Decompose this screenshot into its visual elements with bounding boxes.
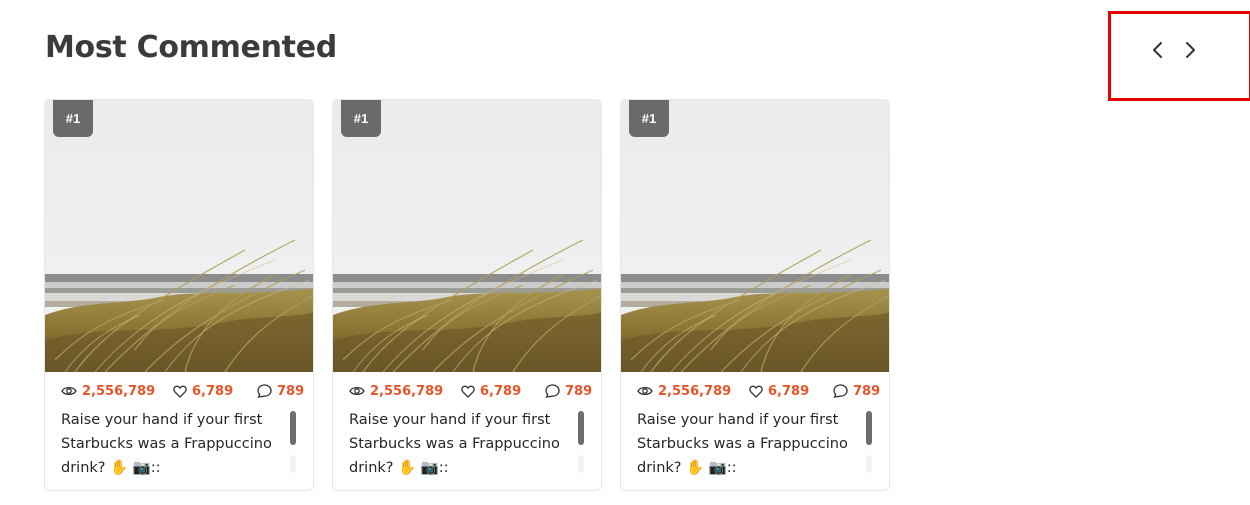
eye-icon [349,386,365,396]
likes-stat: 6,789 [749,381,809,401]
post-card[interactable]: #1 2,556,789 6,789 789 Raise your hand i… [44,99,314,491]
views-count: 2,556,789 [658,383,732,399]
likes-stat: 6,789 [173,381,233,401]
likes-count: 6,789 [192,383,234,399]
comment-bubble-icon [833,384,848,398]
rank-badge: #1 [341,100,381,137]
views-count: 2,556,789 [82,383,156,399]
likes-count: 6,789 [768,383,810,399]
comments-count: 789 [565,383,593,399]
eye-icon [61,386,77,396]
comments-stat: 789 [833,381,880,401]
comment-bubble-icon [257,384,272,398]
rank-badge: #1 [629,100,669,137]
prev-button[interactable] [1146,38,1170,62]
caption-scroll-track [578,455,584,473]
post-card[interactable]: #1 2,556,789 6,789 789 Raise your hand i… [332,99,602,491]
heart-icon [749,385,763,398]
section-title: Most Commented [45,30,337,65]
heart-icon [173,385,187,398]
comments-count: 789 [853,383,881,399]
caption-scrollbar[interactable] [578,411,584,445]
likes-count: 6,789 [480,383,522,399]
post-stats: 2,556,789 6,789 789 [621,381,889,401]
comment-bubble-icon [545,384,560,398]
comments-count: 789 [277,383,305,399]
post-caption: Raise your hand if your first Starbucks … [637,412,848,476]
post-stats: 2,556,789 6,789 789 [45,381,313,401]
post-card[interactable]: #1 2,556,789 6,789 789 Raise your hand i… [620,99,890,491]
heart-icon [461,385,475,398]
views-count: 2,556,789 [370,383,444,399]
caption-scroll-track [290,455,296,473]
eye-icon [637,386,653,396]
next-button[interactable] [1178,38,1202,62]
views-stat: 2,556,789 [61,381,155,401]
post-caption: Raise your hand if your first Starbucks … [61,412,272,476]
rank-badge: #1 [53,100,93,137]
comments-stat: 789 [545,381,592,401]
post-stats: 2,556,789 6,789 789 [333,381,601,401]
comments-stat: 789 [257,381,304,401]
chevron-left-icon [1153,42,1162,58]
post-caption: Raise your hand if your first Starbucks … [349,412,560,476]
caption-scrollbar[interactable] [290,411,296,445]
post-image[interactable] [333,100,602,372]
likes-stat: 6,789 [461,381,521,401]
post-image[interactable] [45,100,314,372]
caption-scroll-track [866,455,872,473]
chevron-right-icon [1186,42,1195,58]
caption-scrollbar[interactable] [866,411,872,445]
views-stat: 2,556,789 [349,381,443,401]
post-image[interactable] [621,100,890,372]
views-stat: 2,556,789 [637,381,731,401]
